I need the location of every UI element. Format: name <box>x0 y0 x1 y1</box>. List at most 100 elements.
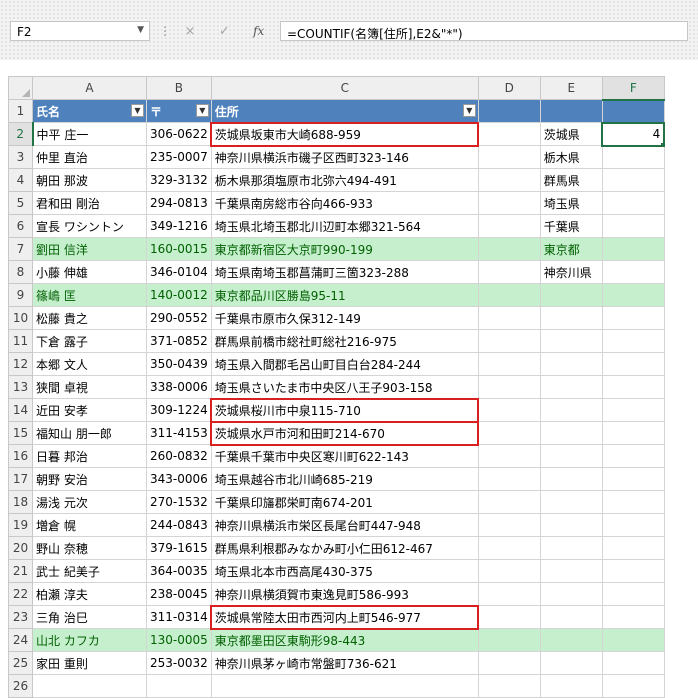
cell-zip[interactable]: 294-0813 <box>146 191 212 215</box>
header-zip[interactable]: 〒 ▼ <box>146 99 212 123</box>
cell-address[interactable]: 茨城県常陸太田市西河内上町546-977 <box>210 605 479 629</box>
cell-d[interactable] <box>477 168 541 192</box>
cell-prefecture[interactable] <box>539 329 603 353</box>
cell-name[interactable]: 山北 カフカ <box>32 628 147 652</box>
cell-d[interactable] <box>477 513 541 537</box>
cell-address[interactable]: 茨城県水戸市河和田町214-670 <box>210 421 479 445</box>
cell-d[interactable] <box>477 122 541 146</box>
name-box[interactable]: F2 ▼ <box>10 21 150 41</box>
row-header[interactable]: 9 <box>8 283 33 307</box>
cell-prefecture[interactable]: 埼玉県 <box>539 191 603 215</box>
cell-prefecture[interactable] <box>539 559 603 583</box>
cell-address[interactable]: 神奈川県横浜市栄区長尾台町447-948 <box>210 513 479 537</box>
cell-prefecture[interactable] <box>539 306 603 330</box>
cell-zip[interactable]: 338-0006 <box>146 375 212 399</box>
enter-icon[interactable]: ✓ <box>219 24 230 39</box>
cell-zip[interactable]: 371-0852 <box>146 329 212 353</box>
filter-dropdown-icon[interactable]: ▼ <box>462 104 476 117</box>
row-header[interactable]: 3 <box>8 145 33 169</box>
cell-name[interactable]: 松藤 貴之 <box>32 306 147 330</box>
cell-f[interactable] <box>601 99 665 123</box>
column-header-e[interactable]: E <box>539 76 603 100</box>
cell-address[interactable]: 茨城県桜川市中泉115-710 <box>210 398 479 422</box>
cell-name[interactable]: 朝野 安治 <box>32 467 147 491</box>
chevron-down-icon[interactable]: ▼ <box>137 25 144 35</box>
cell-zip[interactable]: 306-0622 <box>146 122 212 146</box>
cell-zip[interactable]: 270-1532 <box>146 490 212 514</box>
cell-address[interactable]: 千葉県千葉市中央区寒川町622-143 <box>210 444 479 468</box>
cell-prefecture[interactable] <box>539 99 603 123</box>
cell-f[interactable] <box>601 467 665 491</box>
cell-address[interactable]: 埼玉県さいたま市中央区八王子903-158 <box>210 375 479 399</box>
cell-address[interactable]: 神奈川県横浜市磯子区西町323-146 <box>210 145 479 169</box>
cell-zip[interactable]: 329-3132 <box>146 168 212 192</box>
cell-prefecture[interactable] <box>539 444 603 468</box>
cell-f[interactable] <box>601 513 665 537</box>
cell-zip[interactable]: 350-0439 <box>146 352 212 376</box>
cell-f[interactable] <box>601 582 665 606</box>
cell-address[interactable]: 神奈川県横須賀市東逸見町586-993 <box>210 582 479 606</box>
cell-f[interactable] <box>601 237 665 261</box>
cell-zip[interactable]: 343-0006 <box>146 467 212 491</box>
cell-address[interactable]: 埼玉県越谷市北川崎685-219 <box>210 467 479 491</box>
filter-dropdown-icon[interactable]: ▼ <box>131 104 144 117</box>
cell-zip[interactable]: 346-0104 <box>146 260 212 284</box>
cell-prefecture[interactable] <box>539 375 603 399</box>
cell-address[interactable] <box>210 674 479 698</box>
insert-function-icon[interactable]: fx <box>253 24 264 38</box>
cell-address[interactable]: 埼玉県入間郡毛呂山町目白台284-244 <box>210 352 479 376</box>
cell-address[interactable]: 東京都墨田区東駒形98-443 <box>210 628 479 652</box>
cell-zip[interactable]: 260-0832 <box>146 444 212 468</box>
cell-f[interactable] <box>601 651 665 675</box>
cell-name[interactable]: 劉田 信洋 <box>32 237 147 261</box>
cell-address[interactable]: 茨城県坂東市大崎688-959 <box>210 122 479 146</box>
cell-f[interactable] <box>601 306 665 330</box>
cell-d[interactable] <box>477 467 541 491</box>
cell-d[interactable] <box>477 582 541 606</box>
cell-address[interactable]: 千葉県南房総市谷向466-933 <box>210 191 479 215</box>
row-header[interactable]: 25 <box>8 651 33 675</box>
row-header[interactable]: 18 <box>8 490 33 514</box>
cell-d[interactable] <box>477 260 541 284</box>
cell-name[interactable]: 中平 庄一 <box>32 122 147 146</box>
cell-name[interactable]: 本郷 文人 <box>32 352 147 376</box>
column-header-a[interactable]: A <box>32 76 147 100</box>
cell-zip[interactable]: 379-1615 <box>146 536 212 560</box>
row-header[interactable]: 4 <box>8 168 33 192</box>
cell-d[interactable] <box>477 444 541 468</box>
column-header-c[interactable]: C <box>210 76 479 100</box>
cell-name[interactable]: 野山 奈穂 <box>32 536 147 560</box>
cell-prefecture[interactable] <box>539 421 603 445</box>
row-header[interactable]: 16 <box>8 444 33 468</box>
row-header[interactable]: 24 <box>8 628 33 652</box>
cell-address[interactable]: 埼玉県北埼玉郡北川辺町本郷321-564 <box>210 214 479 238</box>
cell-f[interactable] <box>601 214 665 238</box>
cell-prefecture[interactable] <box>539 467 603 491</box>
cell-prefecture[interactable] <box>539 490 603 514</box>
cell-d[interactable] <box>477 421 541 445</box>
row-header[interactable]: 14 <box>8 398 33 422</box>
cell-f[interactable] <box>601 444 665 468</box>
cell-prefecture[interactable]: 千葉県 <box>539 214 603 238</box>
cell-name[interactable]: 朝田 那波 <box>32 168 147 192</box>
cell-f[interactable] <box>601 329 665 353</box>
cell-name[interactable]: 武士 紀美子 <box>32 559 147 583</box>
cell-d[interactable] <box>477 352 541 376</box>
cell-prefecture[interactable]: 東京都 <box>539 237 603 261</box>
cell-address[interactable]: 千葉県市原市久保312-149 <box>210 306 479 330</box>
row-header[interactable]: 12 <box>8 352 33 376</box>
column-header-b[interactable]: B <box>146 76 212 100</box>
more-icon[interactable]: ⋮ <box>159 24 171 38</box>
cell-prefecture[interactable] <box>539 352 603 376</box>
cell-prefecture[interactable]: 栃木県 <box>539 145 603 169</box>
cell-prefecture[interactable] <box>539 283 603 307</box>
cell-d[interactable] <box>477 214 541 238</box>
cell-name[interactable] <box>32 674 147 698</box>
cell-zip[interactable] <box>146 674 212 698</box>
row-header[interactable]: 19 <box>8 513 33 537</box>
row-header[interactable]: 17 <box>8 467 33 491</box>
cell-address[interactable]: 埼玉県北本市西高尾430-375 <box>210 559 479 583</box>
row-header[interactable]: 21 <box>8 559 33 583</box>
cell-f[interactable] <box>601 398 665 422</box>
cell-zip[interactable]: 160-0015 <box>146 237 212 261</box>
